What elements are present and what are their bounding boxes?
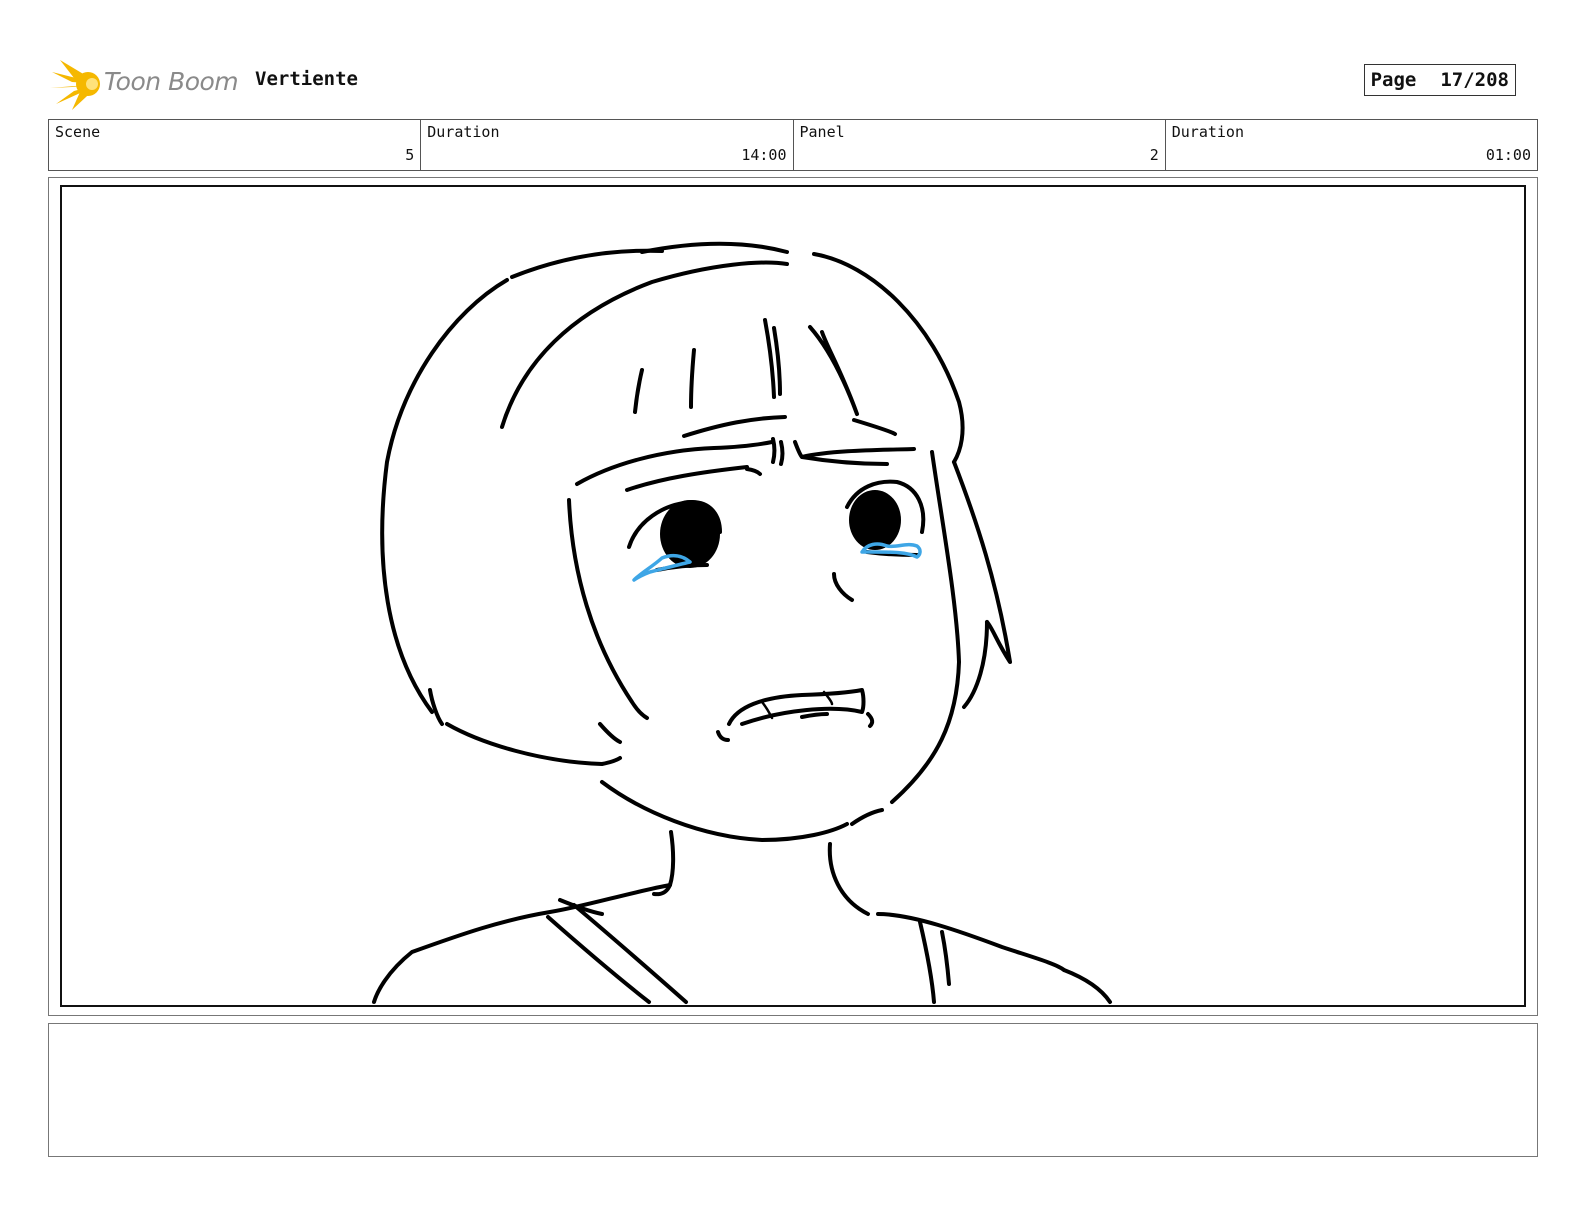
project-title: Vertiente — [255, 68, 358, 90]
strap-left-1 — [546, 915, 651, 1004]
brow-left-tick-2 — [779, 440, 785, 466]
bang-edge-right — [852, 418, 897, 436]
hair-right-tip — [962, 620, 989, 709]
scene-label: Scene — [55, 123, 101, 141]
brow-left-end — [745, 467, 762, 476]
scene-cell: Scene 5 — [49, 120, 422, 170]
hair-outline-top — [510, 248, 664, 279]
neck-right — [827, 842, 870, 916]
scene-duration-value: 14:00 — [741, 146, 787, 164]
chin-mark — [716, 730, 730, 742]
hair-bottom-curve — [445, 722, 622, 766]
mouth-corner — [866, 712, 875, 728]
scene-duration-cell: Duration 14:00 — [421, 120, 794, 170]
page-label: Page — [1370, 69, 1417, 91]
page-number: 17/208 — [1440, 69, 1509, 91]
storyboard-panel — [48, 177, 1538, 1016]
strap-right-2 — [940, 930, 951, 986]
brow-left-lower — [625, 465, 749, 492]
jaw — [600, 780, 849, 842]
hair-outline-left — [380, 278, 509, 714]
panel-label: Panel — [799, 123, 845, 141]
toon-boom-logo: Toon Boom — [50, 58, 240, 110]
lip-lower — [800, 712, 829, 719]
shoulder-right-end — [1062, 968, 1112, 1004]
cheek-left — [598, 722, 622, 744]
strap-right-1 — [918, 920, 936, 1004]
nose — [832, 572, 854, 602]
brow-right — [793, 440, 916, 459]
bang-2 — [689, 348, 696, 409]
panel-duration-value: 01:00 — [1485, 146, 1531, 164]
scene-value: 5 — [405, 146, 415, 164]
page-header: Toon Boom Vertiente Page 17/208 — [50, 54, 1540, 110]
page-indicator: Page 17/208 — [1363, 64, 1516, 96]
bang-edge — [682, 415, 787, 438]
pupil-right — [849, 490, 901, 550]
panel-duration-label: Duration — [1171, 123, 1244, 141]
hair-right-lock — [952, 460, 1012, 664]
panel-cell: Panel 2 — [794, 120, 1166, 170]
panel-value: 2 — [1149, 146, 1159, 164]
pupil-left — [660, 500, 720, 568]
panel-frame — [60, 185, 1526, 1007]
sketch-drawing — [372, 241, 1112, 1004]
brow-right-lower — [800, 455, 889, 466]
logo-text: Toon Boom — [104, 67, 239, 96]
jaw-right — [850, 808, 884, 826]
brow-left-tick-1 — [771, 437, 777, 464]
scene-duration-label: Duration — [427, 123, 500, 141]
bang-5 — [808, 325, 859, 416]
bang-1 — [633, 368, 644, 414]
hair-part — [500, 260, 789, 429]
hair-bottom-left — [428, 688, 444, 726]
mouth — [727, 688, 866, 726]
panel-duration-cell: Duration 01:00 — [1166, 120, 1537, 170]
face-right — [890, 450, 961, 804]
flame-icon — [50, 60, 100, 110]
notes-box — [48, 1023, 1538, 1157]
info-row: Scene 5 Duration 14:00 Panel 2 Duration … — [48, 119, 1538, 171]
shoulder-right — [876, 912, 1066, 972]
